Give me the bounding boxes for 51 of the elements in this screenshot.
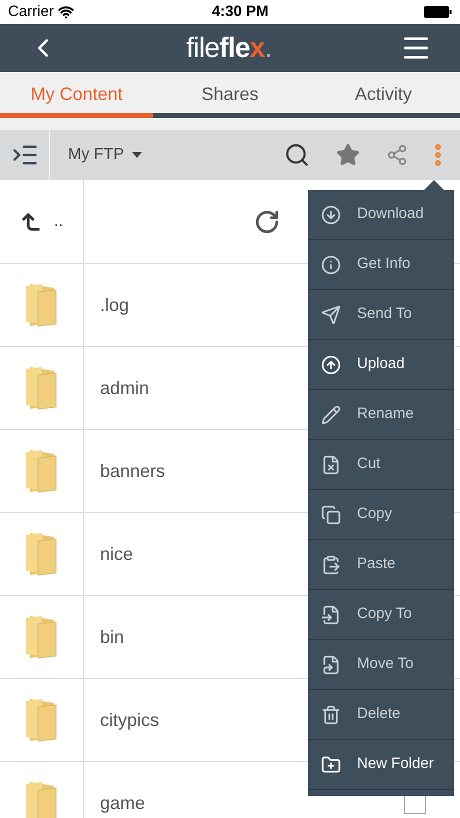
status-time: 4:30 PM: [212, 2, 269, 22]
menu-item[interactable]: Upload: [308, 340, 454, 390]
folder-icon: [24, 282, 60, 328]
menu-item[interactable]: New Folder: [308, 740, 454, 790]
trash-icon: [321, 704, 341, 724]
parent-folder-label[interactable]: ..: [54, 210, 63, 234]
menu-item[interactable]: Download: [308, 190, 454, 240]
carrier-label: Carrier: [8, 2, 54, 22]
file-move-icon: [321, 654, 341, 674]
folder-plus-icon: [321, 754, 341, 774]
folder-icon: [24, 614, 60, 660]
search-icon[interactable]: [284, 142, 310, 168]
tab[interactable]: Shares: [153, 72, 307, 118]
wifi-icon: [58, 4, 74, 20]
folder-name[interactable]: .log: [100, 292, 130, 318]
caret-icon: [132, 152, 142, 158]
refresh-icon[interactable]: [254, 208, 280, 234]
info-icon: [321, 254, 341, 274]
tab[interactable]: Activity: [306, 72, 460, 118]
location-dropdown[interactable]: My FTP: [68, 143, 142, 167]
menu-item[interactable]: Send To: [308, 290, 454, 340]
menu-item[interactable]: Copy: [308, 490, 454, 540]
folder-icon: [24, 531, 60, 577]
file-arrow-icon: [321, 604, 341, 624]
menu-item[interactable]: Delete: [308, 690, 454, 740]
folder-icon: [24, 697, 60, 743]
paper-plane-icon: [321, 304, 341, 324]
pencil-icon: [321, 404, 341, 424]
parent-folder-icon[interactable]: [20, 210, 42, 232]
upload-icon: [321, 354, 341, 374]
copy-icon: [321, 504, 341, 524]
folder-name[interactable]: game: [100, 790, 146, 816]
menu-item[interactable]: Cut: [308, 440, 454, 490]
menu-item[interactable]: Rename: [308, 390, 454, 440]
folder-name[interactable]: banners: [100, 458, 166, 484]
menu-item[interactable]: Paste: [308, 540, 454, 590]
menu-item[interactable]: Get Info: [308, 240, 454, 290]
folder-icon: [24, 780, 60, 818]
menu-item[interactable]: Move To: [308, 640, 454, 690]
paste-icon: [321, 554, 341, 574]
folder-name[interactable]: admin: [100, 374, 150, 402]
app-logo: fileflex.: [186, 31, 272, 65]
folder-name[interactable]: bin: [100, 624, 124, 650]
folder-icon: [24, 365, 60, 411]
folder-icon: [24, 448, 60, 494]
folder-name[interactable]: nice: [100, 540, 134, 568]
battery-icon: [424, 6, 452, 18]
menu-item[interactable]: Copy To: [308, 590, 454, 640]
download-icon: [321, 204, 341, 224]
star-icon[interactable]: [336, 143, 360, 167]
folder-name[interactable]: citypics: [100, 706, 160, 734]
